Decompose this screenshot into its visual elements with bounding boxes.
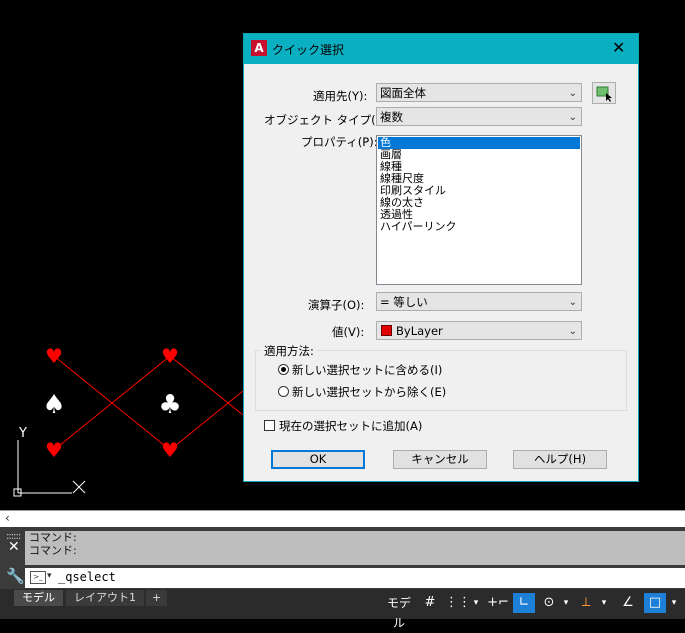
operator-value: = 等しい bbox=[380, 295, 428, 309]
apply-to-label: 適用先(Y): bbox=[313, 89, 368, 103]
object-type-label: オブジェクト タイプ(B): bbox=[264, 113, 392, 127]
spade-symbol: ♠ bbox=[42, 390, 65, 420]
dialog-title: クイック選択 bbox=[272, 43, 345, 57]
apply-method-label: 適用方法: bbox=[261, 343, 317, 359]
help-button[interactable]: ヘルプ(H) bbox=[513, 450, 607, 469]
polar-tracking-icon[interactable]: ⊙ bbox=[539, 593, 559, 613]
add-layout-button[interactable]: + bbox=[146, 590, 168, 606]
operator-select[interactable]: = 等しい ⌄ bbox=[376, 292, 582, 311]
exclude-radio[interactable] bbox=[278, 386, 289, 397]
heart-symbol: ♥ bbox=[45, 438, 63, 462]
object-snap-icon[interactable]: □ bbox=[644, 593, 666, 613]
heart-symbol: ♥ bbox=[161, 438, 179, 462]
chevron-down-icon: ⌄ bbox=[568, 88, 577, 99]
heart-symbol: ♥ bbox=[161, 344, 179, 368]
infer-constraints-icon[interactable]: +⌐ bbox=[487, 593, 509, 613]
chevron-down-icon: ⌄ bbox=[568, 297, 577, 308]
properties-list[interactable]: 色 画層 線種 線種尺度 印刷スタイル 線の太さ 透過性 ハイパーリンク bbox=[376, 135, 582, 285]
close-icon[interactable]: ✕ bbox=[8, 539, 20, 555]
apply-to-value: 図面全体 bbox=[380, 86, 426, 100]
close-icon[interactable]: ✕ bbox=[612, 38, 625, 57]
status-bar: モデル レイアウト1 + モデル # ⋮⋮ ▾ +⌐ ∟ ⊙ ▾ ⟂ ▾ ∠ □… bbox=[0, 589, 685, 630]
value-select[interactable]: ByLayer ⌄ bbox=[376, 321, 582, 340]
osnap-tracking-icon[interactable]: ∠ bbox=[618, 593, 638, 613]
tab-model[interactable]: モデル bbox=[14, 590, 63, 606]
cancel-button[interactable]: キャンセル bbox=[393, 450, 487, 469]
chevron-down-icon: ⌄ bbox=[568, 326, 577, 337]
tab-layout1[interactable]: レイアウト1 bbox=[66, 590, 144, 606]
dialog-titlebar[interactable]: A クイック選択 ✕ bbox=[244, 34, 638, 64]
object-type-select[interactable]: 複数 ⌄ bbox=[376, 107, 582, 126]
ortho-icon[interactable]: ∟ bbox=[513, 593, 535, 613]
append-label[interactable]: 現在の選択セットに追加(A) bbox=[279, 418, 422, 434]
apply-method-group bbox=[255, 350, 627, 411]
select-objects-button[interactable] bbox=[592, 82, 616, 104]
grid-icon[interactable]: # bbox=[420, 593, 440, 613]
select-objects-icon bbox=[596, 86, 612, 102]
chevron-down-icon[interactable]: ▾ bbox=[470, 593, 482, 613]
command-window: :::::: ✕ 🔧 コマンド: コマンド: >_ ▾ _qselect bbox=[0, 527, 685, 589]
value-label: 値(V): bbox=[332, 325, 365, 339]
quick-select-dialog: A クイック選択 ✕ 適用先(Y): 図面全体 ⌄ オブジェクト タイプ(B):… bbox=[243, 33, 639, 482]
ok-button[interactable]: OK bbox=[271, 450, 365, 469]
include-radio[interactable] bbox=[278, 364, 289, 375]
chevron-down-icon[interactable]: ▾ bbox=[598, 593, 610, 613]
color-swatch bbox=[381, 325, 392, 336]
command-input[interactable]: >_ ▾ _qselect bbox=[25, 568, 685, 588]
list-item[interactable]: 色 bbox=[378, 137, 580, 149]
club-symbol: ♣ bbox=[158, 390, 181, 420]
operator-label: 演算子(O): bbox=[308, 298, 365, 312]
include-option-label[interactable]: 新しい選択セットに含める(I) bbox=[292, 362, 442, 378]
isodraft-icon[interactable]: ⟂ bbox=[576, 593, 596, 613]
horizontal-scrollbar[interactable]: ‹ bbox=[0, 510, 685, 527]
command-history: コマンド: コマンド: bbox=[25, 531, 685, 565]
value-text: ByLayer bbox=[396, 324, 443, 338]
snap-icon[interactable]: ⋮⋮ bbox=[445, 593, 471, 613]
apply-to-select[interactable]: 図面全体 ⌄ bbox=[376, 83, 582, 102]
chevron-down-icon[interactable]: ▾ bbox=[47, 571, 52, 581]
chevron-down-icon[interactable]: ▾ bbox=[560, 593, 572, 613]
command-text: _qselect bbox=[58, 570, 116, 584]
heart-symbol: ♥ bbox=[45, 344, 63, 368]
wrench-icon[interactable]: 🔧 bbox=[6, 567, 25, 585]
properties-label: プロパティ(P): bbox=[301, 135, 378, 149]
list-item[interactable]: 画層 bbox=[378, 149, 580, 161]
exclude-option-label[interactable]: 新しい選択セットから除く(E) bbox=[292, 384, 446, 400]
object-type-value: 複数 bbox=[380, 110, 403, 124]
autocad-logo-icon: A bbox=[251, 40, 267, 56]
list-item[interactable]: ハイパーリンク bbox=[378, 221, 580, 233]
ucs-y-label: Y bbox=[18, 426, 27, 441]
append-checkbox[interactable] bbox=[264, 420, 275, 431]
history-line: コマンド: bbox=[29, 544, 77, 557]
chevron-down-icon: ⌄ bbox=[568, 112, 577, 123]
chevron-down-icon[interactable]: ▾ bbox=[668, 593, 680, 613]
scroll-left-icon[interactable]: ‹ bbox=[5, 511, 10, 525]
model-space-button[interactable]: モデル bbox=[382, 593, 416, 630]
history-line: コマンド: bbox=[29, 531, 77, 544]
terminal-icon[interactable]: >_ bbox=[30, 571, 46, 584]
